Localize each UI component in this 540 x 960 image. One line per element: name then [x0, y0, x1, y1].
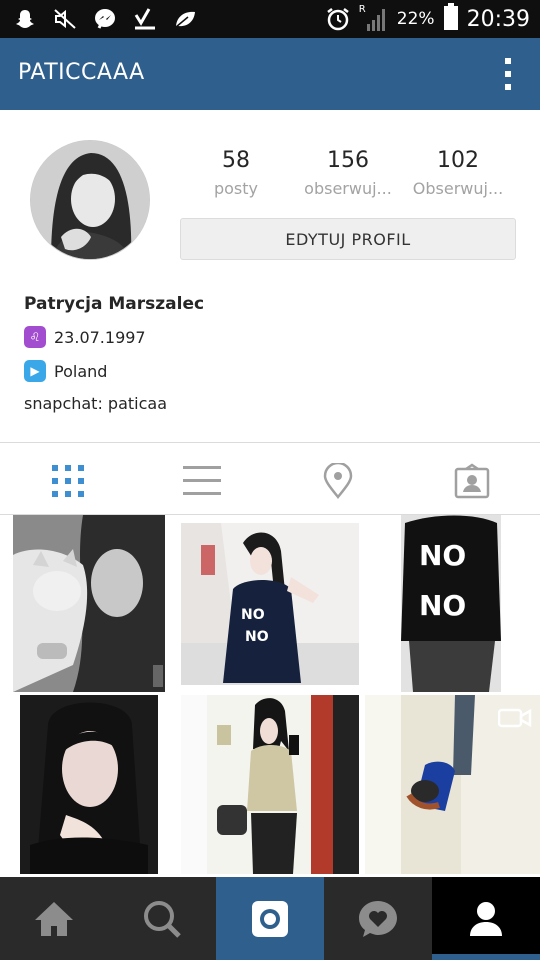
- alarm-icon: [325, 6, 351, 32]
- messenger-icon: [92, 6, 118, 32]
- grid-view-tab[interactable]: [48, 461, 88, 501]
- svg-text:NO: NO: [419, 589, 466, 622]
- app-header: PATICCAAA: [0, 38, 540, 110]
- profile-username: PATICCAAA: [18, 60, 145, 85]
- grid-photo[interactable]: [13, 515, 165, 692]
- menu-dot: [505, 71, 511, 77]
- followers-label: obserwuj...: [304, 179, 392, 198]
- followers-stat[interactable]: 156 obserwuj...: [288, 148, 408, 198]
- svg-text:NO: NO: [241, 607, 265, 623]
- battery-percent: 22%: [396, 9, 435, 29]
- home-icon: [35, 901, 73, 936]
- status-bar: R 22% 20:39: [0, 0, 540, 38]
- following-stat[interactable]: 102 Obserwuj...: [398, 148, 518, 198]
- grid-photo[interactable]: NO NO: [401, 515, 501, 692]
- signal-icon: R: [359, 4, 389, 32]
- posts-label: posty: [213, 179, 259, 198]
- grid-photo[interactable]: NO NO: [181, 523, 359, 685]
- view-tabs: [0, 443, 540, 515]
- location-pin-icon: [323, 463, 353, 499]
- mute-icon: [52, 6, 78, 32]
- video-camera-icon: [497, 707, 532, 733]
- profile-full-name: Patrycja Marszalec: [24, 294, 205, 314]
- profile-avatar[interactable]: [30, 140, 150, 260]
- snapchat-icon: [12, 6, 38, 32]
- grid-photo[interactable]: [20, 695, 158, 874]
- grid-photo[interactable]: [181, 695, 359, 874]
- nav-home[interactable]: [0, 877, 108, 960]
- nav-camera[interactable]: [216, 877, 324, 960]
- nav-search[interactable]: [108, 877, 216, 960]
- bio-birthdate-line: ♌ 23.07.1997: [24, 326, 204, 348]
- leo-zodiac-icon: ♌: [24, 326, 46, 348]
- list-icon: [183, 466, 221, 495]
- battery-icon: [443, 3, 459, 35]
- posts-stat[interactable]: 58 posty: [176, 148, 296, 198]
- birthdate-text: 23.07.1997: [54, 327, 146, 347]
- camera-icon: [252, 900, 288, 937]
- search-icon: [144, 900, 181, 938]
- bottom-navigation: [0, 877, 540, 960]
- nav-profile[interactable]: [432, 877, 540, 960]
- posts-count: 58: [222, 148, 250, 173]
- activity-heart-icon: [359, 900, 397, 937]
- grid-video[interactable]: [365, 695, 540, 874]
- profile-icon: [470, 901, 502, 936]
- tagged-user-icon: [454, 463, 490, 499]
- grid-icon: [52, 465, 84, 497]
- bio-country-line: ▶ Poland: [24, 360, 204, 382]
- svg-text:NO: NO: [419, 539, 466, 572]
- tagged-photos-tab[interactable]: [452, 461, 492, 501]
- play-button-icon: ▶: [24, 360, 46, 382]
- menu-dot: [505, 84, 511, 90]
- followers-count: 156: [327, 148, 369, 173]
- bio-snapchat-line: snapchat: paticaa: [24, 394, 204, 413]
- options-menu-button[interactable]: [504, 58, 512, 90]
- clock: 20:39: [466, 6, 530, 32]
- profile-bio: Patrycja Marszalec ♌ 23.07.1997 ▶ Poland…: [24, 294, 204, 413]
- following-label: Obserwuj...: [412, 179, 504, 198]
- checkmark-icon: [132, 6, 158, 32]
- list-view-tab[interactable]: [182, 461, 222, 501]
- snapchat-text: snapchat: paticaa: [24, 394, 168, 413]
- svg-text:NO: NO: [245, 629, 269, 645]
- leaf-icon: [172, 6, 198, 32]
- photo-grid: NO NO NO NO: [0, 515, 540, 877]
- menu-dot: [505, 58, 511, 64]
- country-text: Poland: [54, 361, 108, 381]
- edit-profile-button[interactable]: EDYTUJ PROFIL: [180, 218, 516, 260]
- nav-activity[interactable]: [324, 877, 432, 960]
- location-tab[interactable]: [318, 461, 358, 501]
- following-count: 102: [437, 148, 479, 173]
